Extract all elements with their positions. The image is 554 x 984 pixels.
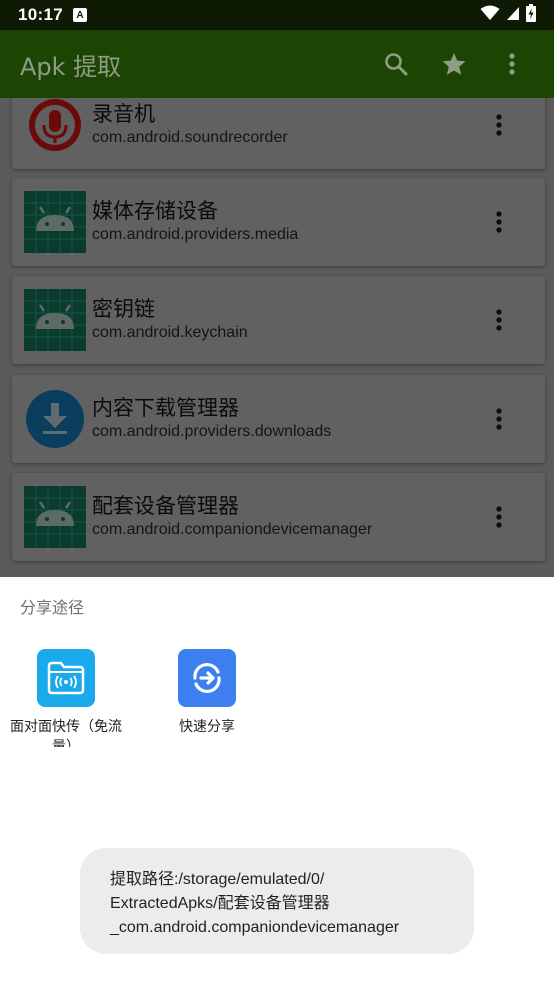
- app-package: com.android.soundrecorder: [92, 129, 288, 146]
- more-vert-icon: [509, 53, 515, 75]
- app-list-item[interactable]: 配套设备管理器 com.android.companiondevicemanag…: [12, 473, 545, 561]
- item-more-button[interactable]: [479, 399, 519, 439]
- app-name: 密钥链: [92, 297, 155, 321]
- status-time: 10:17: [18, 5, 63, 24]
- android-icon: [24, 289, 86, 351]
- toast-line: 提取路径:/storage/emulated/0/: [110, 871, 325, 888]
- share-option-label: 快速分享: [179, 719, 235, 735]
- app-list-item[interactable]: 媒体存储设备 com.android.providers.media: [12, 178, 545, 266]
- nearby-share-folder-icon: [37, 649, 95, 707]
- toast-message: 提取路径:/storage/emulated/0/ ExtractedApks/…: [80, 848, 474, 954]
- search-icon: [385, 53, 408, 76]
- app-list-item[interactable]: 密钥链 com.android.keychain: [12, 276, 545, 364]
- app-title: Apk 提取: [20, 52, 122, 81]
- overflow-menu-button[interactable]: [490, 42, 534, 86]
- more-vert-icon: [496, 309, 502, 331]
- app-package: com.android.providers.downloads: [92, 423, 332, 440]
- share-option-quick-share[interactable]: 快速分享: [147, 649, 267, 747]
- more-vert-icon: [496, 408, 502, 430]
- toast-line: ExtractedApks/配套设备管理器: [110, 895, 330, 912]
- app-list: 录音机 com.android.soundrecorder 媒体存储设备 com…: [0, 98, 554, 577]
- app-list-item[interactable]: 内容下载管理器 com.android.providers.downloads: [12, 375, 545, 463]
- android-icon: [24, 191, 86, 253]
- more-vert-icon: [496, 211, 502, 233]
- favorites-button[interactable]: [432, 42, 476, 86]
- status-bar: 10:17 A: [0, 0, 554, 30]
- app-package: com.android.keychain: [92, 324, 248, 341]
- app-package: com.android.providers.media: [92, 226, 299, 243]
- toast-line: _com.android.companiondevicemanager: [110, 919, 400, 936]
- star-icon: [442, 52, 466, 75]
- wifi-icon: [480, 5, 500, 26]
- app-package: com.android.companiondevicemanager: [92, 521, 373, 538]
- sound-recorder-icon: [24, 98, 86, 156]
- battery-charging-icon: [526, 3, 536, 27]
- android-icon: [24, 486, 86, 548]
- app-bar-actions: [360, 42, 534, 86]
- item-more-button[interactable]: [479, 105, 519, 145]
- quick-share-icon: [178, 649, 236, 707]
- app-name: 内容下载管理器: [92, 396, 239, 420]
- share-option-label: 面对面快传（免流量）: [10, 719, 122, 747]
- more-vert-icon: [496, 506, 502, 528]
- item-more-button[interactable]: [479, 202, 519, 242]
- app-name: 配套设备管理器: [92, 494, 239, 518]
- share-option-nearby-transfer[interactable]: 面对面快传（免流量）: [6, 649, 126, 747]
- app-name: 录音机: [92, 102, 155, 126]
- item-more-button[interactable]: [479, 497, 519, 537]
- search-button[interactable]: [374, 42, 418, 86]
- status-icons: [480, 3, 536, 27]
- download-icon: [24, 388, 86, 450]
- more-vert-icon: [496, 114, 502, 136]
- notification-badge: A: [72, 8, 87, 22]
- app-list-item[interactable]: 录音机 com.android.soundrecorder: [12, 98, 545, 169]
- app-bar: Apk 提取: [0, 30, 554, 98]
- item-more-button[interactable]: [479, 300, 519, 340]
- signal-icon: [506, 5, 520, 26]
- share-sheet-title: 分享途径: [20, 598, 85, 617]
- app-name: 媒体存储设备: [92, 199, 218, 223]
